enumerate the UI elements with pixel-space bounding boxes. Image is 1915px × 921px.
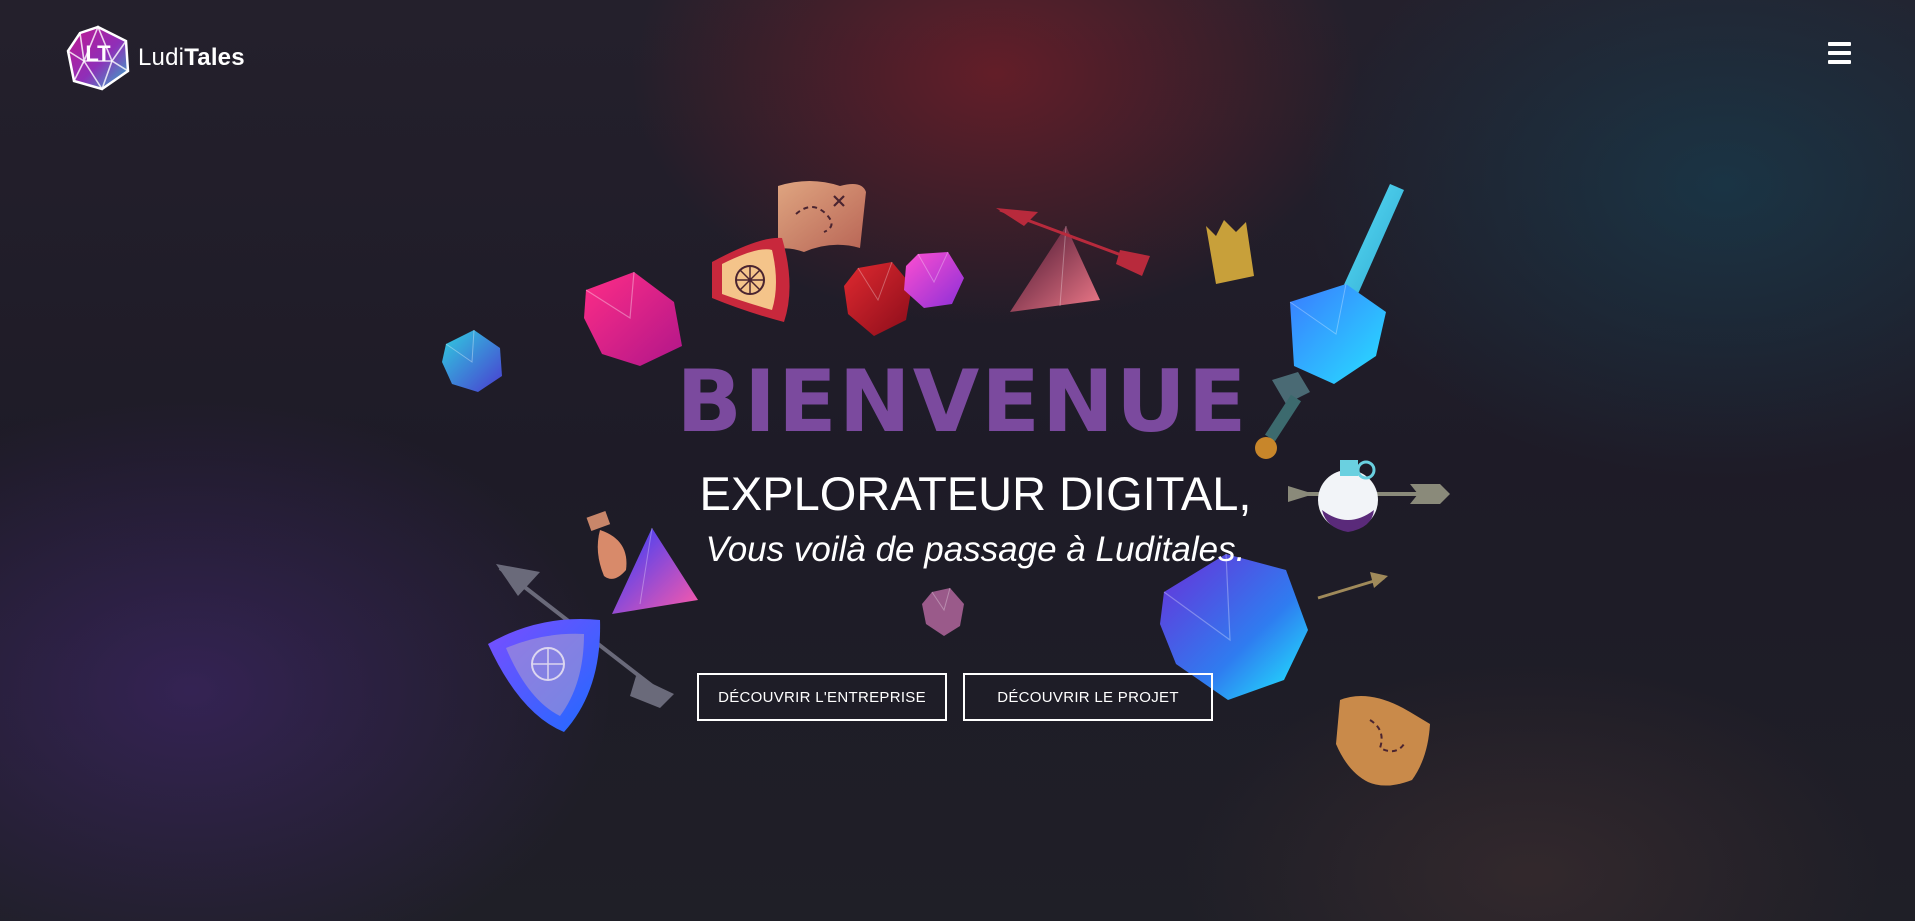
pyramid-dice-icon	[1010, 225, 1100, 312]
magenta-gem-icon	[904, 251, 964, 308]
d20-logo-icon: LT	[66, 25, 130, 91]
logo-wordmark: LudiTales	[138, 44, 245, 72]
discover-company-button[interactable]: DÉCOUVRIR L'ENTREPRISE	[697, 673, 947, 721]
menu-bar	[1828, 51, 1851, 55]
logo-suffix: Tales	[184, 44, 245, 71]
arrow-icon	[996, 208, 1150, 276]
small-gem-icon	[922, 587, 964, 636]
red-gem-icon	[844, 261, 912, 336]
hamburger-menu-icon[interactable]	[1828, 42, 1851, 66]
hero-subtitle: EXPLORATEUR DIGITAL,	[699, 467, 1252, 520]
menu-bar	[1828, 60, 1851, 64]
site-logo[interactable]: LT LudiTales	[64, 25, 245, 91]
arrow-2-icon	[496, 564, 674, 708]
hero-title: BIENVENUE	[676, 352, 1249, 452]
treasure-map-2-icon	[1336, 696, 1430, 786]
logo-glyph: LT	[85, 41, 111, 66]
small-arrow-icon	[1317, 572, 1388, 600]
crown-icon	[1206, 220, 1254, 284]
fantasy-items-illustration	[442, 181, 1450, 786]
menu-bar	[1828, 42, 1851, 46]
treasure-map-icon	[778, 181, 866, 252]
discover-project-button[interactable]: DÉCOUVRIR LE PROJET	[963, 673, 1213, 721]
blue-shield-icon	[488, 619, 601, 732]
logo-prefix: Ludi	[138, 44, 185, 71]
shield-icon	[712, 237, 790, 322]
hero-tagline: Vous voilà de passage à Luditales.	[705, 530, 1246, 569]
